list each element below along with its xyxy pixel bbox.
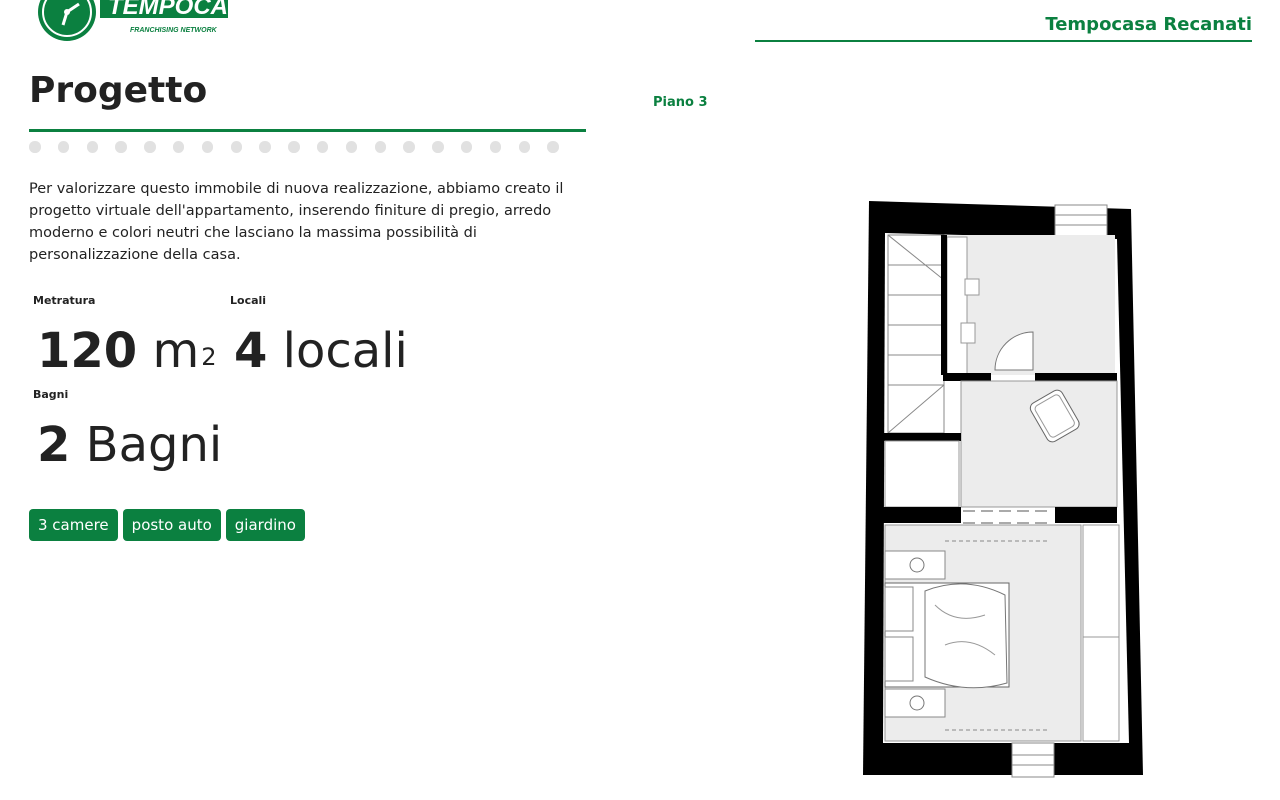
pagination-dot[interactable] bbox=[403, 141, 415, 153]
area-number: 120 bbox=[37, 323, 138, 379]
pagination-dot[interactable] bbox=[115, 141, 127, 153]
area-value: 120 m2 bbox=[37, 323, 217, 379]
agency-divider bbox=[755, 40, 1252, 42]
pagination-dot[interactable] bbox=[432, 141, 444, 153]
floor-label: Piano 3 bbox=[653, 95, 708, 110]
area-unit-exponent: 2 bbox=[201, 343, 217, 371]
pagination-dot[interactable] bbox=[489, 141, 502, 153]
area-unit: m bbox=[152, 323, 200, 379]
tag-posto-auto: posto auto bbox=[122, 509, 221, 541]
baths-number: 2 bbox=[37, 417, 71, 473]
pagination-dots bbox=[29, 141, 586, 153]
pagination-dot[interactable] bbox=[518, 141, 531, 153]
baths-unit: Bagni bbox=[85, 417, 223, 473]
tag-camere: 3 camere bbox=[29, 509, 118, 541]
rooms-unit: locali bbox=[282, 323, 408, 379]
pagination-dot[interactable] bbox=[144, 141, 156, 153]
pagination-dot[interactable] bbox=[374, 141, 387, 153]
project-description: Per valorizzare questo immobile di nuova… bbox=[29, 181, 564, 263]
rooms-value: 4 locali bbox=[234, 323, 408, 379]
pagination-dot[interactable] bbox=[316, 141, 329, 153]
feature-tags: 3 camere posto auto giardino bbox=[29, 509, 305, 541]
pagination-dot[interactable] bbox=[288, 141, 300, 153]
agency-name: Tempocasa Recanati bbox=[1045, 14, 1252, 35]
pagination-dot[interactable] bbox=[345, 141, 358, 153]
tag-giardino: giardino bbox=[225, 509, 305, 541]
logo-text: TEMPOCASA bbox=[108, 0, 230, 20]
rooms-number: 4 bbox=[234, 323, 268, 379]
title-divider bbox=[29, 129, 586, 132]
pagination-dot[interactable] bbox=[547, 141, 559, 153]
pagination-dot[interactable] bbox=[29, 141, 41, 153]
page-title: Progetto bbox=[29, 70, 208, 111]
pagination-dot[interactable] bbox=[86, 141, 99, 153]
pagination-dot[interactable] bbox=[57, 141, 70, 153]
pagination-dot[interactable] bbox=[460, 141, 473, 153]
baths-value: 2 Bagni bbox=[37, 417, 222, 473]
pagination-dot[interactable] bbox=[172, 141, 185, 153]
logo-subtitle: FRANCHISING NETWORK bbox=[130, 27, 218, 34]
pagination-dot[interactable] bbox=[201, 141, 214, 153]
baths-label: Bagni bbox=[33, 388, 69, 401]
pagination-dot[interactable] bbox=[259, 141, 271, 153]
tempocasa-logo[interactable]: TEMPOCASA FRANCHISING NETWORK bbox=[30, 0, 230, 42]
floorplan-drawing[interactable] bbox=[855, 195, 1155, 785]
pagination-dot[interactable] bbox=[230, 141, 243, 153]
rooms-label: Locali bbox=[230, 294, 267, 307]
area-label: Metratura bbox=[33, 294, 96, 307]
